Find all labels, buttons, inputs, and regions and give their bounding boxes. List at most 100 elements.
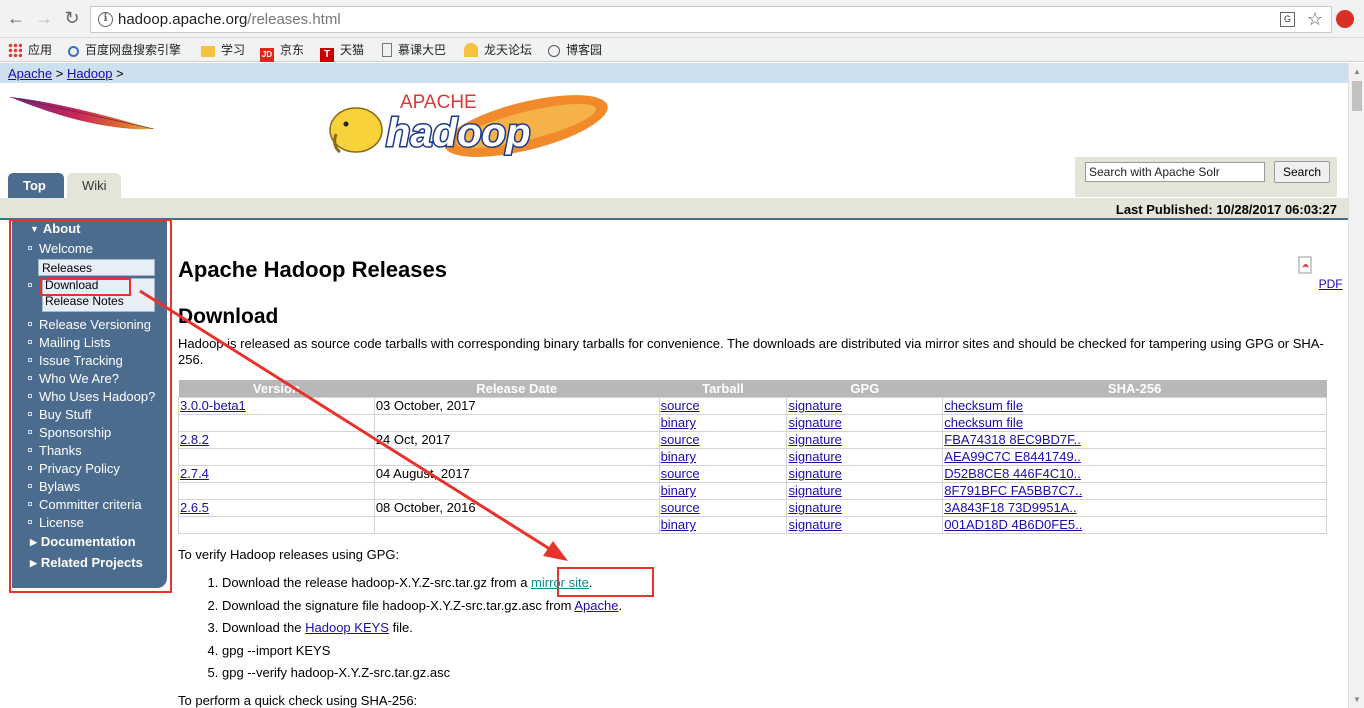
link-icon (68, 46, 79, 57)
tarball-td: binary (658, 515, 788, 534)
date-cell-td: 24 Oct, 2017 (373, 430, 660, 449)
address-bar[interactable]: i hadoop.apache.org/releases.html G ☆ (90, 6, 1332, 33)
bookmark-star-icon[interactable]: ☆ (1307, 9, 1323, 30)
table-header-row: Version Release Date Tarball GPG SHA-256 (178, 380, 1327, 397)
tmall-icon: T (320, 48, 334, 62)
step-text: . (618, 597, 623, 613)
version-cell-td (178, 515, 375, 534)
tarball-link[interactable]: binary (661, 415, 696, 430)
apache-link[interactable]: Apache (574, 598, 618, 613)
tarball-td: source (658, 498, 788, 517)
signature-link[interactable]: signature (788, 483, 841, 498)
table-row: binary signature checksum file (178, 413, 1327, 432)
scrollbar-thumb[interactable] (1352, 81, 1362, 111)
pdf-icon[interactable] (1297, 256, 1315, 274)
checksum-link[interactable]: FBA74318 8EC9BD7F.. (944, 432, 1081, 447)
info-icon[interactable]: i (98, 12, 113, 27)
signature-link[interactable]: signature (788, 415, 841, 430)
mirror-site-link[interactable]: mirror site (531, 575, 589, 590)
table-row: 2.7.4 04 August, 2017 source signature D52B8… (178, 464, 1327, 483)
tarball-link[interactable]: source (661, 466, 700, 481)
checksum-link[interactable]: D52B8CE8 446F4C10.. (944, 466, 1081, 481)
scroll-down-icon[interactable]: ▼ (1353, 695, 1361, 704)
page-icon (382, 43, 392, 57)
tarball-td: source (658, 430, 788, 449)
header-gpg: GPG (786, 380, 943, 397)
back-arrow-icon[interactable]: ← (6, 8, 26, 28)
checksum-link[interactable]: 001AD18D 4B6D0FE5.. (944, 517, 1082, 532)
date-cell-td (373, 413, 660, 432)
breadcrumb-hadoop[interactable]: Hadoop (67, 66, 113, 81)
tab-wiki[interactable]: Wiki (67, 173, 121, 198)
vertical-scrollbar[interactable]: ▲ ▼ (1348, 63, 1364, 708)
bookmark-study[interactable]: 学习 (201, 41, 245, 58)
checksum-link[interactable]: checksum file (944, 415, 1023, 430)
version-cell[interactable]: 2.6.5 (180, 500, 209, 515)
forward-arrow-icon[interactable]: → (34, 8, 54, 28)
bookmark-cnblogs[interactable]: 博客园 (548, 41, 602, 58)
breadcrumb-apache[interactable]: Apache (8, 66, 52, 81)
checksum-link[interactable]: checksum file (944, 398, 1023, 413)
verify-title: To verify Hadoop releases using GPG: (178, 547, 400, 562)
list-item: gpg --verify hadoop-X.Y.Z-src.tar.gz.asc (222, 665, 622, 688)
tarball-link[interactable]: source (661, 432, 700, 447)
hadoop-keys-link[interactable]: Hadoop KEYS (305, 620, 389, 635)
signature-link[interactable]: signature (788, 449, 841, 464)
apache-feather-logo[interactable] (8, 91, 156, 139)
tarball-link[interactable]: binary (661, 483, 696, 498)
signature-link[interactable]: signature (788, 500, 841, 515)
version-cell-td: 3.0.0-beta1 (178, 396, 375, 415)
signature-link[interactable]: signature (788, 517, 841, 532)
bookmark-tmall[interactable]: T 天猫 (320, 41, 364, 62)
translate-icon[interactable]: G (1280, 12, 1295, 27)
signature-link[interactable]: signature (788, 432, 841, 447)
header-tarball: Tarball (659, 380, 787, 397)
checksum-link[interactable]: AEA99C7C E8441749.. (944, 449, 1081, 464)
bookmark-longtian[interactable]: 龙天论坛 (464, 41, 532, 58)
version-cell[interactable]: 2.7.4 (180, 466, 209, 481)
step-text: file. (388, 620, 413, 635)
scroll-up-icon[interactable]: ▲ (1353, 67, 1361, 76)
step-text: . (588, 575, 593, 590)
apache-hadoop-logo[interactable]: APACHE hadoop (326, 90, 610, 162)
apps-grid-icon (8, 43, 22, 57)
page-title: Apache Hadoop Releases (178, 257, 447, 282)
version-cell[interactable]: 2.8.2 (180, 432, 209, 447)
date-cell-td (373, 515, 660, 534)
bookmark-label: 京东 (280, 43, 305, 57)
checksum-link[interactable]: 8F791BFC FA5BB7C7.. (944, 483, 1082, 498)
bookmark-label: 慕课大巴 (398, 43, 447, 57)
last-published: Last Published: 10/28/2017 06:03:27 (1115, 202, 1337, 217)
bookmark-label: 博客园 (566, 43, 603, 57)
tarball-link[interactable]: source (661, 398, 700, 413)
bookmark-baidu[interactable]: 百度网盘搜索引擎 (68, 41, 181, 58)
checksum-link[interactable]: 3A843F18 73D9951A.. (944, 500, 1076, 515)
version-cell-td: 2.6.5 (178, 498, 375, 517)
tarball-td: binary (658, 413, 788, 432)
url-path: /releases.html (247, 11, 341, 28)
bookmark-label: 龙天论坛 (484, 43, 533, 57)
reload-icon[interactable]: ↻ (62, 8, 82, 28)
search-button[interactable]: Search (1274, 161, 1330, 183)
bookmark-apps[interactable]: 应用 (8, 41, 52, 58)
date-cell-td: 04 August, 2017 (373, 464, 660, 483)
signature-td: signature (786, 413, 944, 432)
bookmark-jd[interactable]: JD 京东 (260, 41, 304, 62)
tarball-td: binary (658, 447, 788, 466)
tarball-link[interactable]: binary (661, 517, 696, 532)
checksum-td: 8F791BFC FA5BB7C7.. (942, 481, 1327, 500)
signature-link[interactable]: signature (788, 466, 841, 481)
bookmark-mooc[interactable]: 慕课大巴 (382, 41, 446, 58)
pdf-link[interactable]: PDF (1319, 277, 1343, 291)
tab-top[interactable]: Top (8, 173, 64, 198)
search-input[interactable]: Search with Apache Solr (1085, 162, 1265, 182)
chrome-menu-icon[interactable] (1336, 10, 1354, 28)
step-text: gpg --verify hadoop-X.Y.Z-src.tar.gz.asc (222, 665, 451, 680)
signature-td: signature (786, 464, 944, 483)
tarball-link[interactable]: binary (661, 449, 696, 464)
verify-steps-list: Download the release hadoop-X.Y.Z-src.ta… (200, 575, 622, 688)
signature-link[interactable]: signature (788, 398, 841, 413)
version-cell[interactable]: 3.0.0-beta1 (180, 398, 246, 413)
tarball-link[interactable]: source (661, 500, 700, 515)
list-item: Download the signature file hadoop-X.Y.Z… (222, 598, 622, 621)
